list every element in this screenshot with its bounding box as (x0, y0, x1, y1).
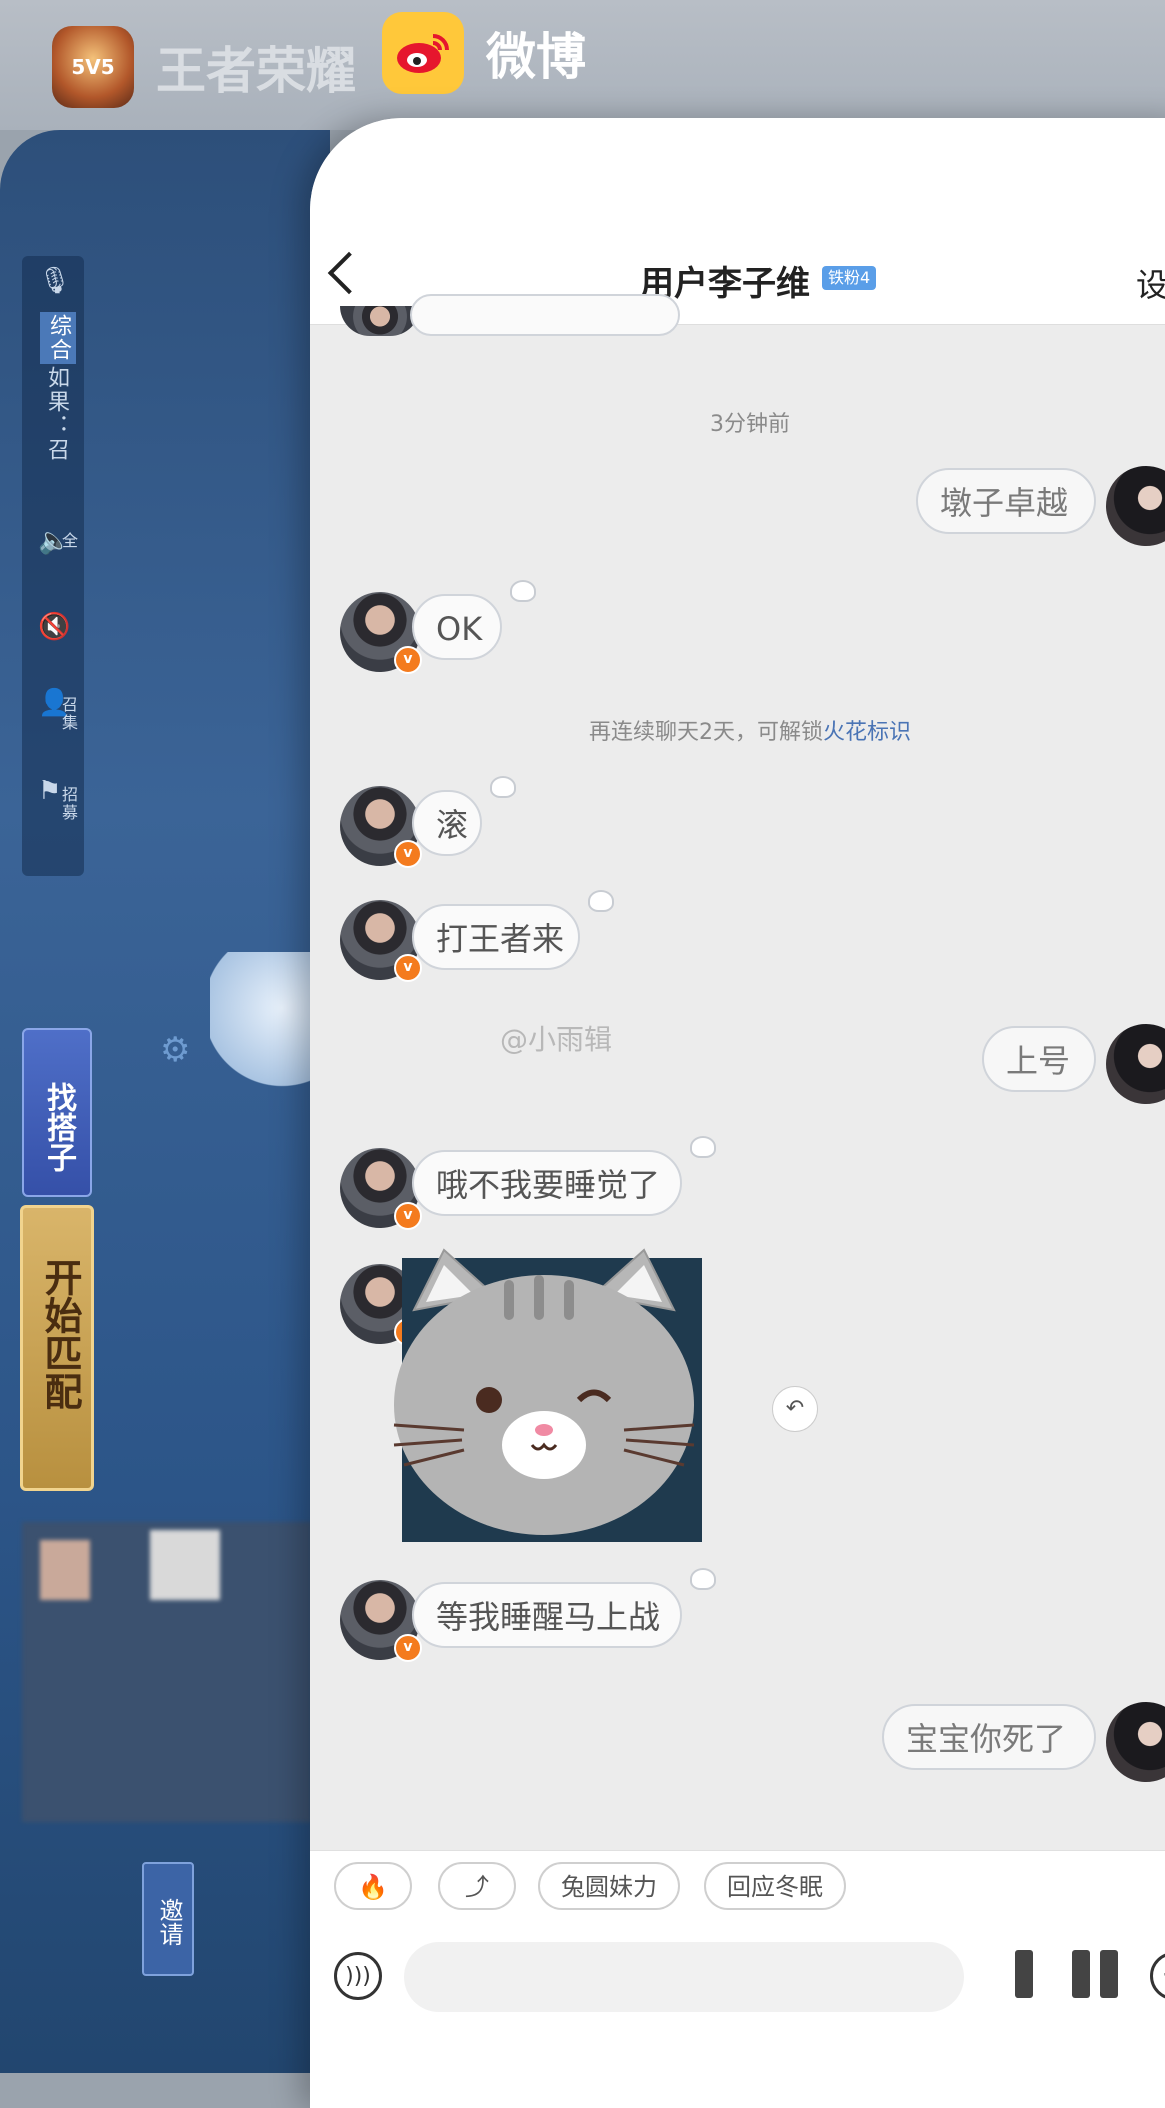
incoming-message-bubble[interactable]: 滚 (412, 790, 482, 856)
gear-icon[interactable]: ⚙ (160, 1030, 190, 1070)
weibo-app-icon[interactable] (382, 12, 464, 94)
contact-avatar[interactable]: v (340, 786, 422, 868)
quick-reply-fire[interactable]: 🔥 (334, 1862, 412, 1910)
spark-system-tip: 再连续聊天2天，可解锁火花标识 (310, 714, 1165, 746)
message-input[interactable] (404, 1942, 964, 2012)
cat-sticker-image (393, 1248, 695, 1535)
contact-avatar[interactable]: v (340, 1148, 422, 1230)
game-app-label[interactable]: 5V5 王者荣耀 (52, 26, 356, 108)
bubble-decoration-icon (690, 1568, 716, 1590)
contact-avatar[interactable]: v (340, 1580, 422, 1662)
outgoing-message-bubble[interactable]: 上号 (982, 1026, 1096, 1092)
message-text: 打王者来 (436, 920, 565, 958)
bubble-decoration-icon (510, 580, 536, 602)
game-app-icon[interactable]: 5V5 (52, 26, 134, 108)
sidebar-text-call: 召集 (59, 696, 78, 732)
weibo-app-name: 微博 (486, 28, 586, 86)
verified-badge-icon: v (394, 1634, 422, 1662)
sidebar-tab-general[interactable]: 综合 (40, 312, 76, 364)
back-arrow-icon[interactable] (327, 251, 371, 295)
find-partner-button[interactable]: 找搭子 (22, 1028, 92, 1197)
invite-label: 邀请 (155, 1898, 183, 1946)
bubble-decoration-icon (490, 776, 516, 798)
more-bar-icon[interactable] (1072, 1950, 1090, 1998)
revoke-icon[interactable]: ↶ (772, 1386, 818, 1432)
fan-badge: 铁粉4 (822, 266, 877, 290)
contact-avatar[interactable] (340, 306, 420, 336)
blurred-avatar (150, 1530, 220, 1600)
message-text: 哦不我要睡觉了 (436, 1166, 661, 1204)
verified-badge-icon: v (394, 840, 422, 868)
verified-badge-icon: v (394, 646, 422, 674)
contact-avatar[interactable]: v (340, 592, 422, 674)
voice-input-icon[interactable]: ))) (334, 1952, 382, 2000)
incoming-message-bubble[interactable]: 等我睡醒马上战 (412, 1582, 682, 1648)
message-text: 滚 (436, 806, 469, 844)
verified-badge-icon: v (394, 954, 422, 982)
message-bubble-partial (410, 294, 680, 336)
spark-link[interactable]: 火花标识 (823, 720, 911, 745)
app-switcher-bar: 5V5 王者荣耀 微博 (0, 0, 1165, 130)
start-match-label: 开始匹配 (38, 1258, 82, 1410)
message-text: 上号 (1006, 1042, 1071, 1080)
cat-sticker-message[interactable] (393, 1248, 702, 1542)
message-text: 墩子卓越 (940, 484, 1069, 522)
bubble-decoration-icon (690, 1136, 716, 1158)
start-match-button[interactable]: 开始匹配 (20, 1205, 94, 1491)
outgoing-message-bubble[interactable]: 墩子卓越 (916, 468, 1096, 534)
incoming-message-bubble[interactable]: OK (412, 594, 502, 660)
mute-icon[interactable]: 🔇 (38, 612, 70, 642)
quick-reply-share[interactable]: ⤴ (438, 1862, 516, 1910)
system-tip-text: 再连续聊天2天，可解锁 (588, 720, 823, 745)
find-partner-label: 找搭子 (41, 1082, 76, 1172)
verified-badge-icon: v (394, 1202, 422, 1230)
sidebar-text-ifcall: 如果：召 (44, 366, 69, 462)
quick-reply-chip[interactable]: 回应冬眠 (704, 1862, 846, 1910)
message-text: OK (436, 610, 483, 648)
sidebar-text-all: 全 (59, 532, 78, 550)
game-sidebar: 🎙 综合 如果：召 🔈 全 🔇 👤 召集 ⚑ 招募 (22, 256, 84, 876)
emoji-bar-icon[interactable] (1015, 1950, 1033, 1998)
timestamp: 3分钟前 (710, 412, 790, 437)
mic-icon[interactable]: 🎙 (38, 266, 71, 296)
message-text: 宝宝你死了 (906, 1720, 1067, 1758)
incoming-message-bubble[interactable]: 哦不我要睡觉了 (412, 1150, 682, 1216)
self-avatar[interactable] (1106, 466, 1165, 546)
weibo-app-label[interactable]: 微博 (382, 12, 586, 94)
incoming-message-bubble[interactable]: 打王者来 (412, 904, 580, 970)
message-text: 等我睡醒马上战 (436, 1598, 661, 1636)
quick-reply-chip[interactable]: 兔圆妹力 (538, 1862, 680, 1910)
blurred-avatar (40, 1540, 90, 1600)
invite-button[interactable]: 邀请 (142, 1862, 194, 1976)
weibo-watermark: @小雨辑 (500, 1023, 613, 1056)
game-app-card[interactable]: 🎙 综合 如果：召 🔈 全 🔇 👤 召集 ⚑ 招募 ⚙ 找搭子 开始匹配 邀请 (0, 130, 330, 2073)
weibo-chat-card[interactable]: 用户李子维 铁粉4 设 3分钟前 墩子卓越 v OK 再连续聊天2天，可解锁火花… (310, 118, 1165, 2108)
sidebar-text-recruit: 招募 (59, 786, 78, 822)
outgoing-message-bubble[interactable]: 宝宝你死了 (882, 1704, 1096, 1770)
self-avatar[interactable] (1106, 1702, 1165, 1782)
self-avatar[interactable] (1106, 1024, 1165, 1104)
settings-button[interactable]: 设 (1136, 260, 1165, 306)
weibo-logo-icon (397, 34, 449, 73)
more-bar-icon[interactable] (1100, 1950, 1118, 1998)
contact-avatar[interactable]: v (340, 900, 422, 982)
game-app-name: 王者荣耀 (156, 42, 356, 100)
bubble-decoration-icon (588, 890, 614, 912)
